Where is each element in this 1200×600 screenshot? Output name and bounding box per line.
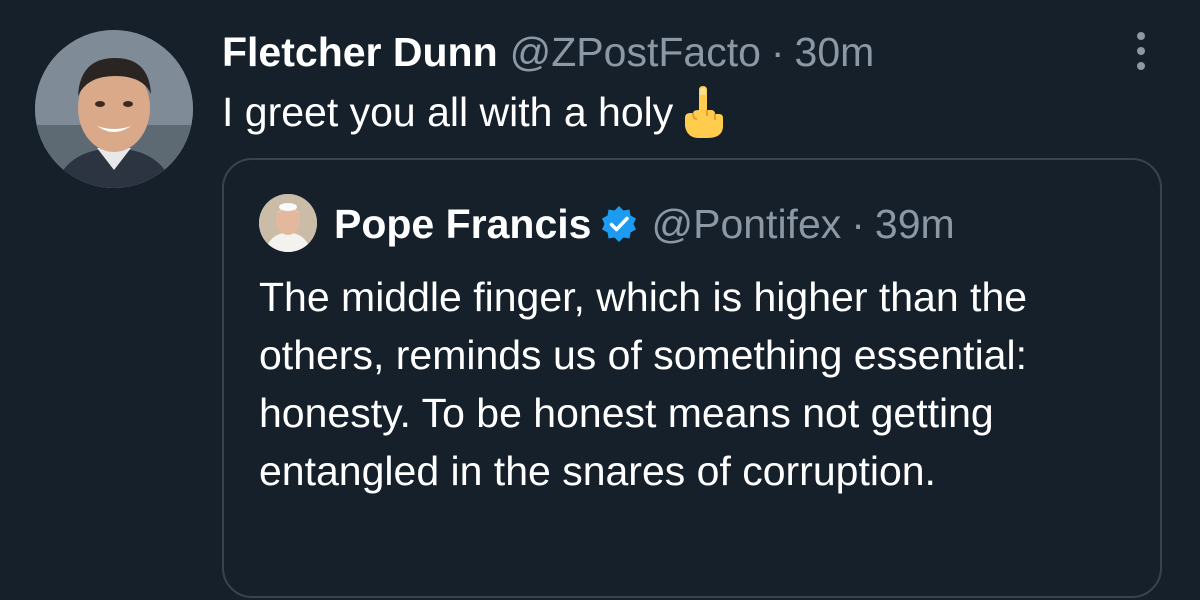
tweet: Fletcher Dunn @ZPostFacto · 30m I greet … xyxy=(0,0,1200,600)
quoted-author-avatar[interactable] xyxy=(259,194,317,252)
middle-finger-emoji-icon xyxy=(681,86,725,138)
more-dot xyxy=(1137,32,1145,40)
author-avatar[interactable] xyxy=(35,30,193,188)
author-handle[interactable]: @ZPostFacto xyxy=(510,29,761,76)
tweet-header: Fletcher Dunn @ZPostFacto · 30m xyxy=(222,22,874,82)
more-dot xyxy=(1137,47,1145,55)
tweet-text-content: I greet you all with a holy xyxy=(222,89,674,135)
tweet-timestamp[interactable]: 30m xyxy=(795,29,875,76)
tweet-text: I greet you all with a holy xyxy=(222,84,725,140)
quoted-tweet[interactable]: Pope Francis @Pontifex · 39m The middle … xyxy=(222,158,1162,598)
verified-badge-icon xyxy=(599,204,639,244)
quoted-tweet-header: Pope Francis @Pontifex · 39m xyxy=(334,198,955,250)
separator-dot: · xyxy=(770,28,785,75)
quoted-author-name[interactable]: Pope Francis xyxy=(334,201,591,248)
more-dot xyxy=(1137,62,1145,70)
quoted-tweet-text: The middle finger, which is higher than … xyxy=(259,274,1028,494)
quoted-tweet-timestamp[interactable]: 39m xyxy=(875,201,955,248)
author-name[interactable]: Fletcher Dunn xyxy=(222,29,498,76)
quoted-author-handle[interactable]: @Pontifex xyxy=(651,201,841,248)
separator-dot: · xyxy=(851,200,865,247)
more-options-icon[interactable] xyxy=(1121,26,1161,76)
